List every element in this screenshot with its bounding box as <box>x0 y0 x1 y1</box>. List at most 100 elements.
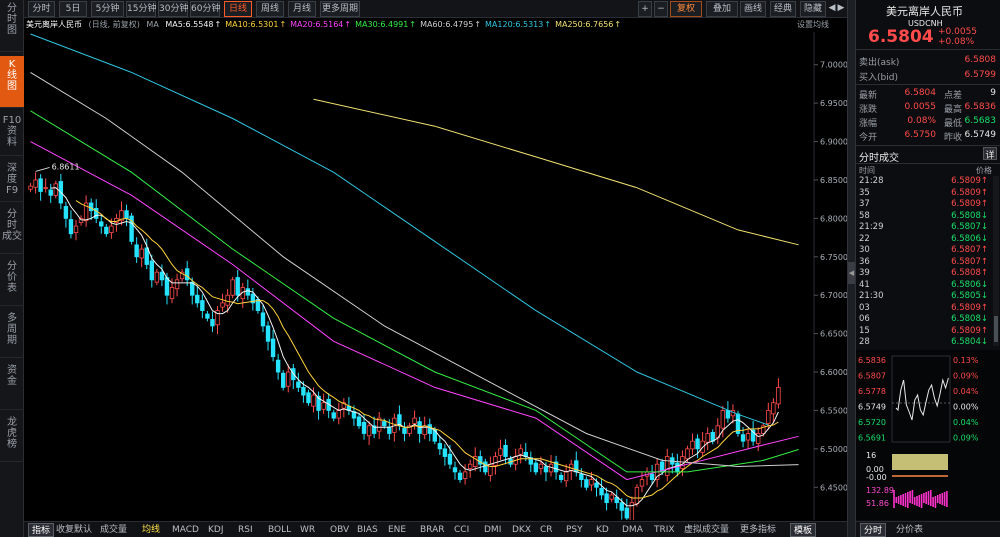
period-tab-timeshare[interactable]: 分时 <box>28 1 55 17</box>
trade-time: 15 <box>859 325 870 336</box>
trade-row: 06 6.5808↓ <box>856 314 992 325</box>
mini-right-tick: 0.00% <box>953 403 979 412</box>
kline-chart[interactable]: 7.0000 6.9500 6.9000 6.8500 6.8000 6.7500 6.70… <box>24 32 847 520</box>
indicator-tab-18[interactable]: KD <box>596 523 609 537</box>
nav-left-icon[interactable]: ◀ <box>828 1 836 17</box>
period-tab-more[interactable]: 更多周期 <box>320 1 360 17</box>
classic-button[interactable]: 经典 <box>770 1 796 17</box>
overlay-dropdown[interactable]: 叠加 <box>706 1 738 17</box>
y-tick-label: 7.0000 <box>820 61 847 70</box>
mini-timeshare-chart[interactable]: 6.5836 0.13% 6.5807 0.09% 6.5778 0.04% 6.5749 0… <box>856 350 1000 520</box>
up-arrow-icon: ↑ <box>614 20 622 29</box>
ma-value-3: MA30:6.4991 <box>355 20 409 29</box>
period-tab-5day[interactable]: 5日 <box>59 1 87 17</box>
trade-row: 39 6.5808↑ <box>856 268 992 279</box>
indicator-tab-19[interactable]: DMA <box>622 523 643 537</box>
indicator-tab-0[interactable]: 指标 <box>28 523 55 537</box>
zoom-in-button[interactable]: + <box>638 1 652 17</box>
side-tab-price-table[interactable]: 分价表 <box>896 523 923 537</box>
indicator-tab-17[interactable]: PSY <box>566 523 583 537</box>
indicator-tab-2[interactable]: 成交量 <box>100 523 127 537</box>
rail-tab-label: 价 <box>7 272 17 283</box>
hide-button[interactable]: 隐藏 <box>800 1 826 17</box>
col-price-header: 价格 <box>976 166 992 175</box>
trade-time: 35 <box>859 187 870 198</box>
rail-tab-3[interactable]: 深度 F9 <box>0 160 24 202</box>
trade-direction-icon: ↓ <box>980 210 988 221</box>
fuquan-dropdown[interactable]: 复权 <box>670 1 702 17</box>
trade-price: 6.5807 <box>951 256 981 267</box>
mini-right-tick: 0.04% <box>953 387 979 396</box>
rail-tab-8[interactable]: 龙虎榜 <box>0 414 24 462</box>
indicator-tab-8[interactable]: WR <box>300 523 315 537</box>
chart-toolbar: 分时 5日 5分钟 15分钟 30分钟 60分钟 日线 周线 月线 更多周期 +… <box>24 0 847 18</box>
trade-direction-icon: ↑ <box>980 302 988 313</box>
indicator-tab-3[interactable]: 均线 <box>142 523 160 537</box>
y-tick-label: 6.6000 <box>820 368 847 377</box>
rail-tab-label: K <box>8 59 16 70</box>
rail-tab-label: 深 <box>7 163 17 174</box>
period-tab-monthly[interactable]: 月线 <box>288 1 316 17</box>
period-tab-weekly[interactable]: 周线 <box>256 1 284 17</box>
rail-tab-label: 图 <box>7 25 17 36</box>
indicator-tab-5[interactable]: KDJ <box>208 523 224 537</box>
indicator-tab-16[interactable]: CR <box>540 523 553 537</box>
bid-label: 买入(bid) <box>859 73 898 83</box>
trade-scrollbar[interactable] <box>993 176 999 346</box>
rail-tab-4[interactable]: 分时成交 <box>0 206 24 254</box>
trade-row: 15 6.5809↑ <box>856 326 992 337</box>
rail-tab-1[interactable]: K线图 <box>0 56 24 108</box>
zoom-out-button[interactable]: − <box>654 1 668 17</box>
rail-tab-label: 表 <box>7 283 17 294</box>
indicator-tab-13[interactable]: CCI <box>454 523 469 537</box>
stat-v2-1: 6.5836 <box>964 102 997 112</box>
collapse-panel-icon[interactable]: ◀ <box>848 262 855 284</box>
trade-time: 22 <box>859 233 870 244</box>
rail-tab-2[interactable]: F10 资料 <box>0 112 24 156</box>
indicator-tab-10[interactable]: BIAS <box>357 523 378 537</box>
rail-tab-7[interactable]: 资金 <box>0 362 24 410</box>
indicator-tab-4[interactable]: MACD <box>172 523 199 537</box>
trade-direction-icon: ↑ <box>980 245 988 255</box>
rail-tab-6[interactable]: 多周期 <box>0 310 24 358</box>
indicator-tab-6[interactable]: RSI <box>238 523 253 537</box>
indicator-tab-21[interactable]: 虚拟成交量 <box>684 523 729 537</box>
y-tick-label: 6.8500 <box>820 176 847 185</box>
trade-time: 21:30 <box>859 291 884 301</box>
indicator-tab-9[interactable]: OBV <box>330 523 349 537</box>
period-tab-daily[interactable]: 日线 <box>224 1 252 17</box>
trade-direction-icon: ↓ <box>980 233 988 244</box>
trade-row: 58 6.5808↓ <box>856 211 992 222</box>
indicator-tab-7[interactable]: BOLL <box>268 523 291 537</box>
mini-left-tick: 6.5720 <box>858 418 886 427</box>
indicator-tab-23[interactable]: 模板 <box>790 523 817 537</box>
indicator-tab-22[interactable]: 更多指标 <box>740 523 776 537</box>
period-tab-5min[interactable]: 5分钟 <box>91 1 124 17</box>
up-arrow-icon: ↑ <box>214 20 222 29</box>
indicator-tab-15[interactable]: DKX <box>512 523 531 537</box>
indicator-tab-1[interactable]: 收复默认 <box>56 523 92 537</box>
indicator-tab-14[interactable]: DMI <box>484 523 501 537</box>
period-tab-30min[interactable]: 30分钟 <box>158 1 188 17</box>
ma-label: MA <box>146 20 159 29</box>
side-change: +0.0055 <box>938 27 978 37</box>
mini-right-tick: 0.04% <box>953 418 979 427</box>
draw-line-button[interactable]: 画线 <box>740 1 766 17</box>
trade-row: 41 6.5806↓ <box>856 280 992 291</box>
stat-v2-3: 6.5749 <box>964 130 997 140</box>
side-tab-timeshare[interactable]: 分时 <box>860 523 887 537</box>
rail-tab-5[interactable]: 分价表 <box>0 258 24 306</box>
rail-tab-0[interactable]: 分时图 <box>0 0 24 52</box>
indicator-tab-12[interactable]: BRAR <box>420 523 444 537</box>
rail-tab-label: 分 <box>7 261 17 272</box>
period-tab-15min[interactable]: 15分钟 <box>126 1 156 17</box>
period-tab-60min[interactable]: 60分钟 <box>190 1 220 17</box>
indicator-tab-11[interactable]: ENE <box>388 523 406 537</box>
trade-price: 6.5808 <box>951 210 981 221</box>
ma-value-5: MA120:6.5313 <box>485 20 544 29</box>
nav-right-icon[interactable]: ▶ <box>837 1 845 17</box>
detail-button[interactable]: 详 <box>983 147 997 161</box>
indicator-tab-20[interactable]: TRIX <box>654 523 675 537</box>
trade-time: 21:28 <box>859 176 884 186</box>
ma-settings-link[interactable]: 设置均线 <box>797 18 829 32</box>
